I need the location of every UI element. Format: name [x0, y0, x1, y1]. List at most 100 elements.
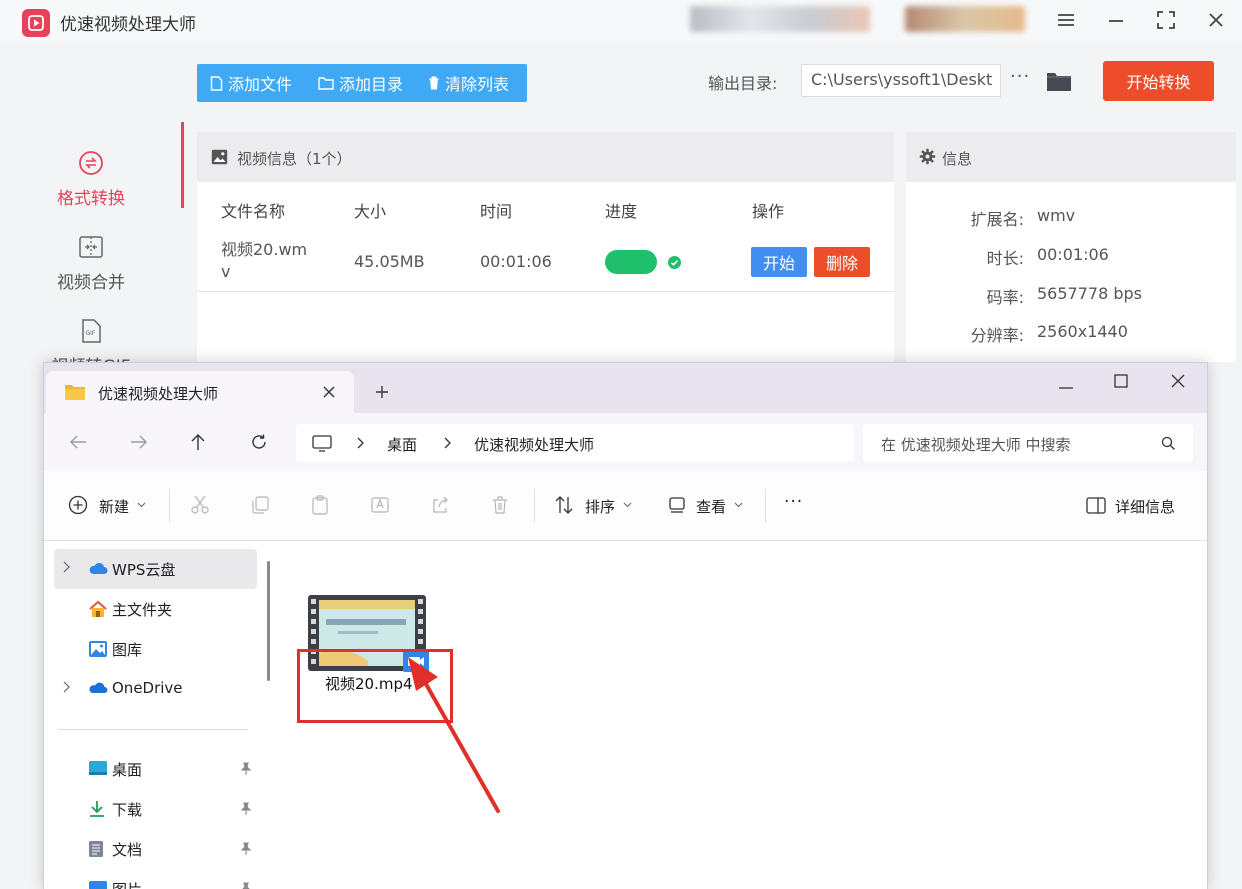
sort-button[interactable]: 排序 [585, 496, 615, 517]
tab-close-icon[interactable] [322, 385, 336, 399]
delete-icon[interactable] [490, 495, 510, 515]
breadcrumb-desktop[interactable]: 桌面 [387, 434, 417, 455]
computer-icon [312, 435, 332, 452]
open-folder-icon[interactable] [1046, 70, 1072, 92]
explorer-command-bar: 新建 排序 查看 ··· 详细信息 [44, 471, 1207, 541]
refresh-icon[interactable] [250, 433, 268, 451]
pin-icon[interactable] [240, 842, 252, 856]
rename-icon[interactable] [370, 495, 390, 515]
sidebar-item-label: 格式转换 [57, 189, 125, 209]
explorer-minimize-icon[interactable] [1058, 381, 1074, 395]
blurred-region [690, 6, 870, 32]
info-panel: 信息 扩展名: wmv 时长: 00:01:06 码率: 5657778 bps… [906, 132, 1236, 362]
nav-item-label: 图片 [112, 879, 142, 889]
menu-icon[interactable] [1052, 8, 1080, 32]
clear-list-button[interactable]: 清除列表 [428, 64, 509, 102]
pin-icon[interactable] [240, 882, 252, 889]
row-delete-button[interactable]: 删除 [814, 247, 870, 277]
home-icon [88, 600, 108, 618]
breadcrumb-current-folder[interactable]: 优速视频处理大师 [474, 434, 594, 455]
cut-icon[interactable] [190, 495, 210, 515]
sort-dropdown-chevron-icon [623, 502, 632, 508]
share-icon[interactable] [430, 495, 450, 515]
nav-item-desktop[interactable]: 桌面 [54, 749, 257, 789]
sidebar-active-indicator [181, 122, 184, 208]
add-directory-button[interactable]: 添加目录 [318, 64, 403, 102]
new-button[interactable]: 新建 [99, 496, 129, 517]
view-button[interactable]: 查看 [696, 496, 726, 517]
file-icon [210, 75, 223, 91]
command-separator [169, 489, 170, 523]
onedrive-icon [88, 680, 108, 694]
check-icon [668, 256, 681, 269]
info-panel-title: 信息 [942, 150, 973, 168]
row-time: 00:01:06 [480, 252, 552, 271]
gear-icon [919, 148, 936, 165]
trash-icon [428, 76, 440, 90]
row-start-button[interactable]: 开始 [751, 247, 807, 277]
nav-scrollbar[interactable] [267, 561, 270, 681]
explorer-tab[interactable]: 优速视频处理大师 [46, 371, 354, 413]
close-icon[interactable] [1202, 8, 1230, 32]
new-plus-icon[interactable] [68, 495, 88, 515]
add-directory-label: 添加目录 [339, 75, 404, 94]
expand-chevron-icon[interactable] [62, 681, 70, 693]
navigation-pane: WPS云盘 主文件夹 图库 OneDrive 桌面 下载 文档 [44, 541, 280, 889]
column-header-actions: 操作 [752, 202, 785, 221]
sidebar-item-video-merge[interactable]: 视频合并 [0, 218, 182, 302]
pin-icon[interactable] [240, 762, 252, 776]
fullscreen-icon[interactable] [1152, 8, 1180, 32]
forward-arrow-icon[interactable] [130, 434, 148, 450]
output-dir-more-button[interactable]: ··· [1010, 66, 1030, 87]
column-header-filename: 文件名称 [221, 202, 286, 221]
info-key-resolution: 分辨率: [970, 326, 1024, 345]
info-key-extension: 扩展名: [970, 210, 1024, 229]
nav-item-label: 主文件夹 [112, 601, 173, 619]
pictures-icon [88, 880, 108, 889]
more-options-button[interactable]: ··· [784, 492, 803, 512]
row-divider [197, 291, 894, 292]
details-pane-icon[interactable] [1086, 497, 1106, 514]
add-file-label: 添加文件 [228, 75, 293, 94]
sort-icon[interactable] [554, 495, 574, 515]
output-dir-input[interactable]: C:\Users\yssoft1\Deskt [801, 64, 1001, 97]
explorer-maximize-icon[interactable] [1114, 374, 1128, 388]
command-separator [765, 489, 766, 523]
add-file-button[interactable]: 添加文件 [210, 64, 292, 102]
explorer-address-row: 桌面 优速视频处理大师 在 优速视频处理大师 中搜索 [44, 413, 1207, 471]
back-arrow-icon[interactable] [69, 434, 87, 450]
desktop-icon [88, 760, 108, 776]
expand-chevron-icon[interactable] [62, 561, 70, 573]
copy-icon[interactable] [250, 495, 270, 515]
nav-item-documents[interactable]: 文档 [54, 829, 257, 869]
start-convert-button[interactable]: 开始转换 [1103, 61, 1214, 101]
nav-item-home[interactable]: 主文件夹 [54, 589, 257, 629]
minimize-icon[interactable] [1102, 8, 1130, 32]
paste-icon[interactable] [310, 495, 330, 515]
nav-item-label: WPS云盘 [112, 561, 176, 579]
explorer-close-icon[interactable] [1171, 374, 1185, 388]
address-bar[interactable]: 桌面 优速视频处理大师 [296, 424, 854, 462]
convert-icon [78, 150, 104, 176]
nav-item-pictures[interactable]: 图片 [54, 869, 257, 889]
search-input[interactable]: 在 优速视频处理大师 中搜索 [863, 424, 1193, 462]
breadcrumb-chevron-icon [443, 437, 451, 449]
annotation-arrow-icon [408, 657, 500, 813]
file-toolbar: 添加文件 添加目录 清除列表 [197, 64, 527, 102]
app-titlebar: 优速视频处理大师 [0, 0, 1242, 42]
info-panel-header: 信息 [906, 132, 1236, 182]
nav-item-wps-cloud[interactable]: WPS云盘 [54, 549, 257, 589]
nav-item-downloads[interactable]: 下载 [54, 789, 257, 829]
info-value-bitrate: 5657778 bps [1037, 284, 1142, 303]
nav-item-onedrive[interactable]: OneDrive [54, 669, 257, 709]
row-filename-line2: v [221, 262, 231, 281]
sidebar-item-format-convert[interactable]: 格式转换 [0, 134, 182, 218]
nav-item-gallery[interactable]: 图库 [54, 629, 257, 669]
merge-icon [78, 234, 104, 260]
up-arrow-icon[interactable] [190, 433, 206, 451]
details-button[interactable]: 详细信息 [1115, 496, 1175, 517]
new-tab-icon[interactable] [375, 385, 389, 399]
view-icon[interactable] [668, 496, 686, 514]
pin-icon[interactable] [240, 802, 252, 816]
video-info-title: 视频信息（1个） [237, 150, 352, 168]
